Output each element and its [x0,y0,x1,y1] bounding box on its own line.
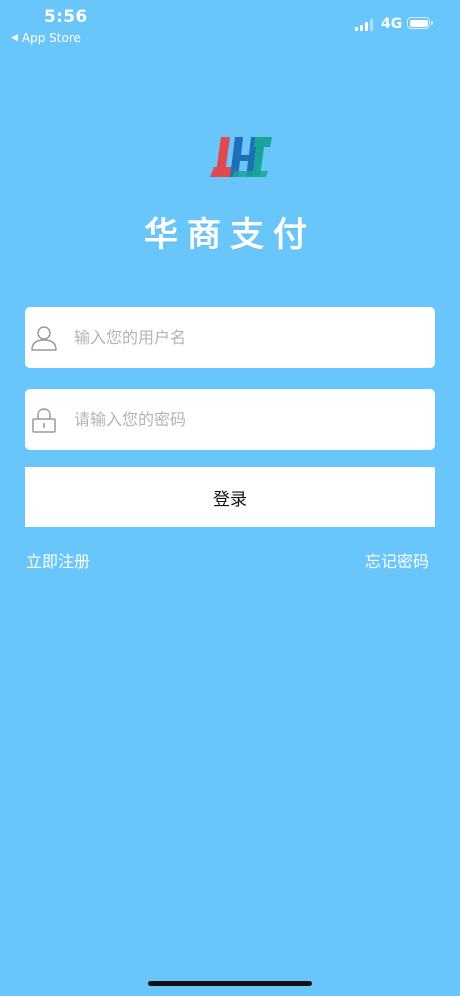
lock-icon [30,406,58,434]
app-logo [208,133,274,181]
battery-icon [407,17,433,29]
password-input[interactable] [74,410,394,429]
back-arrow-icon: ◀ [11,33,18,43]
password-field[interactable] [25,389,435,450]
login-button[interactable]: 登录 [25,467,435,527]
network-type: 4G [381,16,403,32]
user-icon [30,324,58,352]
username-input[interactable] [74,328,394,347]
signal-icon [355,19,373,31]
home-indicator[interactable] [148,981,312,986]
back-to-app-store[interactable]: ◀ App Store [11,31,81,45]
username-field[interactable] [25,307,435,368]
register-link[interactable]: 立即注册 [26,548,90,572]
status-bar: 5:56 ◀ App Store 4G [0,0,460,50]
forgot-password-link[interactable]: 忘记密码 [365,548,429,572]
back-app-label: App Store [21,31,81,45]
app-name: 华商支付 [144,215,316,255]
status-time: 5:56 [44,7,88,27]
